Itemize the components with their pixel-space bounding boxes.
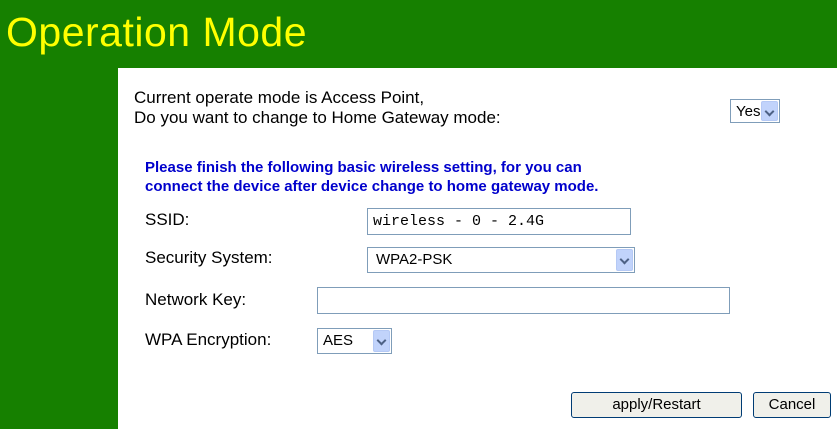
instruction-note-line1: Please finish the following basic wirele… bbox=[145, 159, 582, 176]
apply-restart-button[interactable]: apply/Restart bbox=[571, 392, 742, 418]
page-title: Operation Mode bbox=[6, 9, 308, 55]
change-mode-select[interactable]: Yes bbox=[730, 99, 780, 123]
chevron-down-icon[interactable] bbox=[616, 249, 633, 271]
security-system-select[interactable]: WPA2-PSK bbox=[367, 247, 635, 273]
mode-text-line1: Current operate mode is Access Point, bbox=[134, 88, 425, 107]
cancel-button[interactable]: Cancel bbox=[753, 392, 831, 418]
security-system-label: Security System: bbox=[145, 248, 273, 267]
wpa-encryption-select[interactable]: AES bbox=[317, 328, 392, 354]
ssid-input[interactable]: wireless - 0 - 2.4G bbox=[367, 208, 631, 235]
main-content: Current operate mode is Access Point, Do… bbox=[118, 68, 837, 429]
wpa-encryption-label: WPA Encryption: bbox=[145, 330, 272, 349]
change-mode-select-value: Yes bbox=[736, 103, 761, 120]
wpa-encryption-select-value: AES bbox=[323, 332, 354, 349]
chevron-down-icon[interactable] bbox=[373, 330, 390, 352]
instruction-note-line2: connect the device after device change t… bbox=[145, 178, 599, 195]
left-sidebar bbox=[0, 68, 118, 429]
mode-text-line2: Do you want to change to Home Gateway mo… bbox=[134, 108, 501, 127]
header-bar: Operation Mode bbox=[0, 0, 837, 68]
network-key-label: Network Key: bbox=[145, 290, 247, 309]
ssid-label: SSID: bbox=[145, 210, 190, 229]
security-system-select-value: WPA2-PSK bbox=[376, 251, 453, 268]
network-key-input[interactable] bbox=[317, 287, 730, 314]
chevron-down-icon[interactable] bbox=[761, 101, 778, 121]
